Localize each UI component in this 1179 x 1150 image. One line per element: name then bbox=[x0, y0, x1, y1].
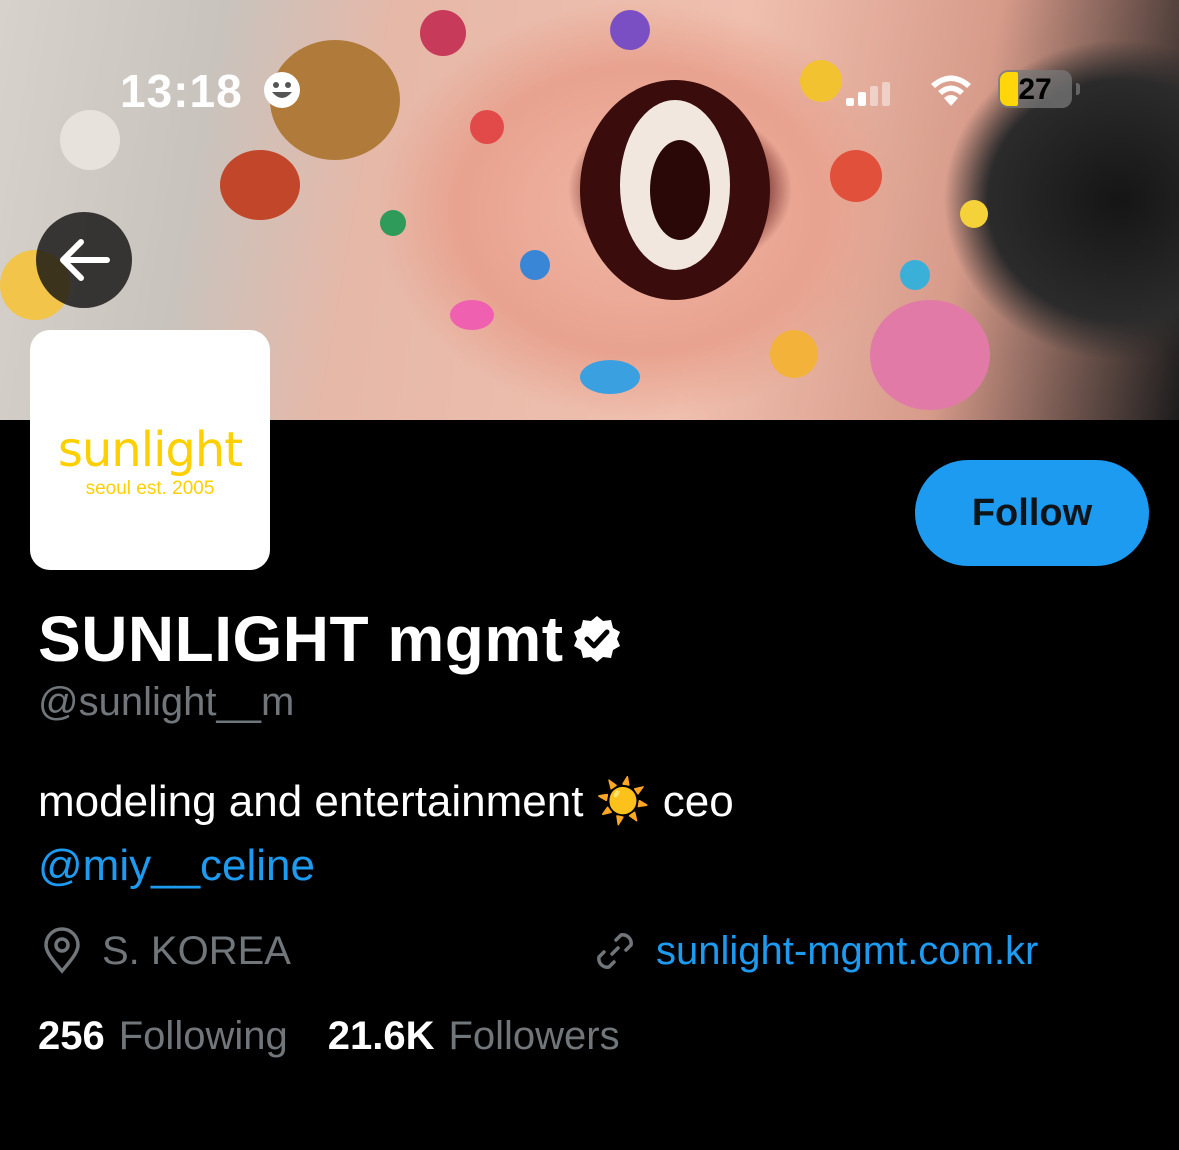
back-button[interactable] bbox=[36, 212, 132, 308]
bio-text: modeling and entertainment bbox=[38, 777, 584, 826]
link-icon bbox=[597, 933, 633, 969]
profile-handle: @sunlight__m bbox=[38, 680, 295, 724]
wifi-icon bbox=[931, 75, 971, 106]
profile-location: S. KOREA bbox=[40, 925, 291, 977]
sun-emoji-icon: ☀️ bbox=[595, 776, 651, 827]
profile-bio: modeling and entertainment ☀️ ceo @miy__… bbox=[38, 770, 734, 898]
battery-nub bbox=[1076, 83, 1080, 95]
cellular-signal-icon bbox=[846, 82, 890, 106]
bio-mention-link[interactable]: @miy__celine bbox=[38, 841, 315, 890]
battery-icon: 27 bbox=[998, 70, 1080, 108]
website-link[interactable]: sunlight-mgmt.com.kr bbox=[656, 929, 1038, 974]
following-count: 256 bbox=[38, 1014, 105, 1058]
bio-suffix: ceo bbox=[662, 777, 734, 826]
followers-label: Followers bbox=[448, 1014, 620, 1058]
arrow-left-icon bbox=[60, 239, 110, 281]
face-emoji-icon bbox=[264, 72, 300, 108]
status-bar: 13:18 27 bbox=[0, 0, 1179, 120]
follow-counts: 256 Following 21.6K Followers bbox=[38, 1014, 660, 1059]
following-link[interactable]: 256 Following bbox=[38, 1014, 288, 1059]
verified-badge-icon[interactable] bbox=[572, 614, 622, 664]
location-text: S. KOREA bbox=[102, 928, 291, 973]
avatar-tagline: seoul est. 2005 bbox=[85, 478, 215, 499]
status-time: 13:18 bbox=[120, 65, 243, 117]
display-name-row: SUNLIGHT mgmt bbox=[38, 602, 622, 676]
followers-count: 21.6K bbox=[327, 1014, 435, 1058]
follow-button[interactable]: Follow bbox=[915, 460, 1149, 566]
avatar-brand-logo: sunlight bbox=[57, 422, 243, 478]
following-label: Following bbox=[118, 1014, 288, 1058]
profile-website[interactable]: sunlight-mgmt.com.kr bbox=[592, 925, 1038, 977]
followers-link[interactable]: 21.6K Followers bbox=[328, 1014, 620, 1059]
profile-avatar[interactable]: sunlight seoul est. 2005 bbox=[30, 330, 270, 570]
battery-level: 27 bbox=[1018, 73, 1052, 106]
location-pin-icon bbox=[44, 927, 80, 974]
display-name: SUNLIGHT mgmt bbox=[38, 603, 564, 675]
